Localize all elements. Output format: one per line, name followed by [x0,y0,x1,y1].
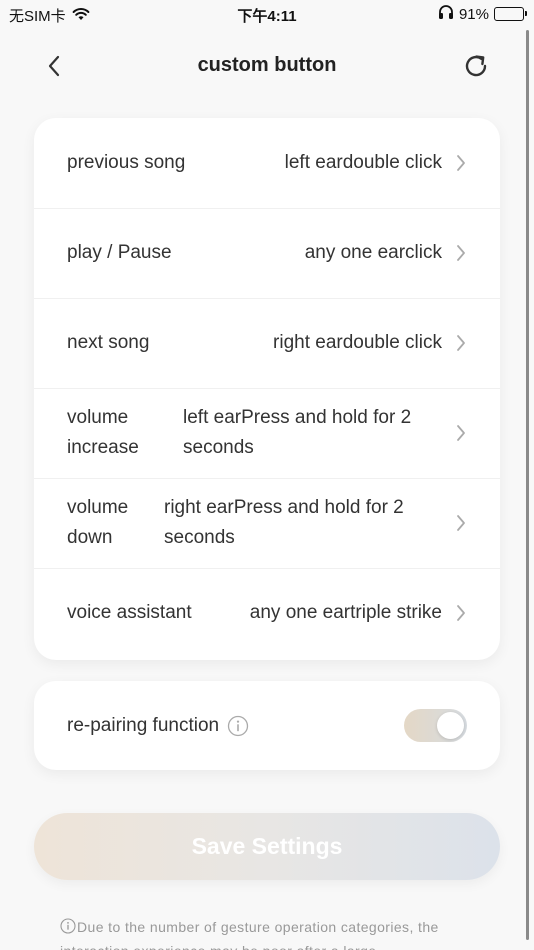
refresh-icon [465,55,487,77]
info-icon [60,918,76,940]
action-label: previous song [67,152,186,173]
action-row-play-pause[interactable]: play / Pause any one earclick [34,208,500,298]
scrollbar[interactable] [526,30,529,940]
refresh-button[interactable] [460,50,492,82]
action-value: right eardouble click [273,332,442,353]
chevron-right-icon [456,154,466,172]
action-row-next-song[interactable]: next song right eardouble click [34,298,500,388]
chevron-right-icon [456,604,466,622]
status-bar: 无SIM卡 下午4:11 91% [0,0,534,28]
notice-text: Due to the number of gesture operation c… [60,919,439,950]
action-value: any one earclick [304,242,442,263]
action-value: left earPress and hold for 2 seconds [183,407,412,458]
repairing-card: re-pairing function [34,681,500,770]
battery-percent: 91% [458,5,489,23]
action-value: right earPress and hold for 2 seconds [164,497,404,548]
repairing-toggle[interactable] [404,709,467,742]
chevron-right-icon [456,424,466,442]
chevron-right-icon [456,244,466,262]
action-row-volume-increase[interactable]: volume increase left earPress and hold f… [34,388,500,478]
info-icon[interactable] [227,715,249,737]
action-row-volume-down[interactable]: volume down right earPress and hold for … [34,478,500,568]
action-label: voice assistant [67,602,192,623]
page-title: custom button [197,54,337,76]
toggle-knob [437,712,464,739]
action-value: left eardouble click [284,152,442,173]
action-value: any one eartriple strike [249,602,442,623]
status-right: 91% [438,5,527,23]
action-label: volume down [67,497,129,548]
headphones-icon [438,5,454,23]
chevron-right-icon [456,334,466,352]
action-row-voice-assistant[interactable]: voice assistant any one eartriple strike [34,568,500,658]
save-settings-button[interactable]: Save Settings [34,813,500,880]
battery-icon [494,7,527,21]
action-label: volume increase [67,407,139,458]
action-label: play / Pause [67,242,172,263]
repairing-label: re-pairing function [67,714,220,736]
nav-bar: custom button [0,40,534,92]
button-actions-card: previous song left eardouble click play … [34,118,500,660]
chevron-right-icon [456,514,466,532]
action-row-previous-song[interactable]: previous song left eardouble click [34,118,500,208]
action-label: next song [67,332,150,353]
gesture-notice: Due to the number of gesture operation c… [60,916,470,950]
